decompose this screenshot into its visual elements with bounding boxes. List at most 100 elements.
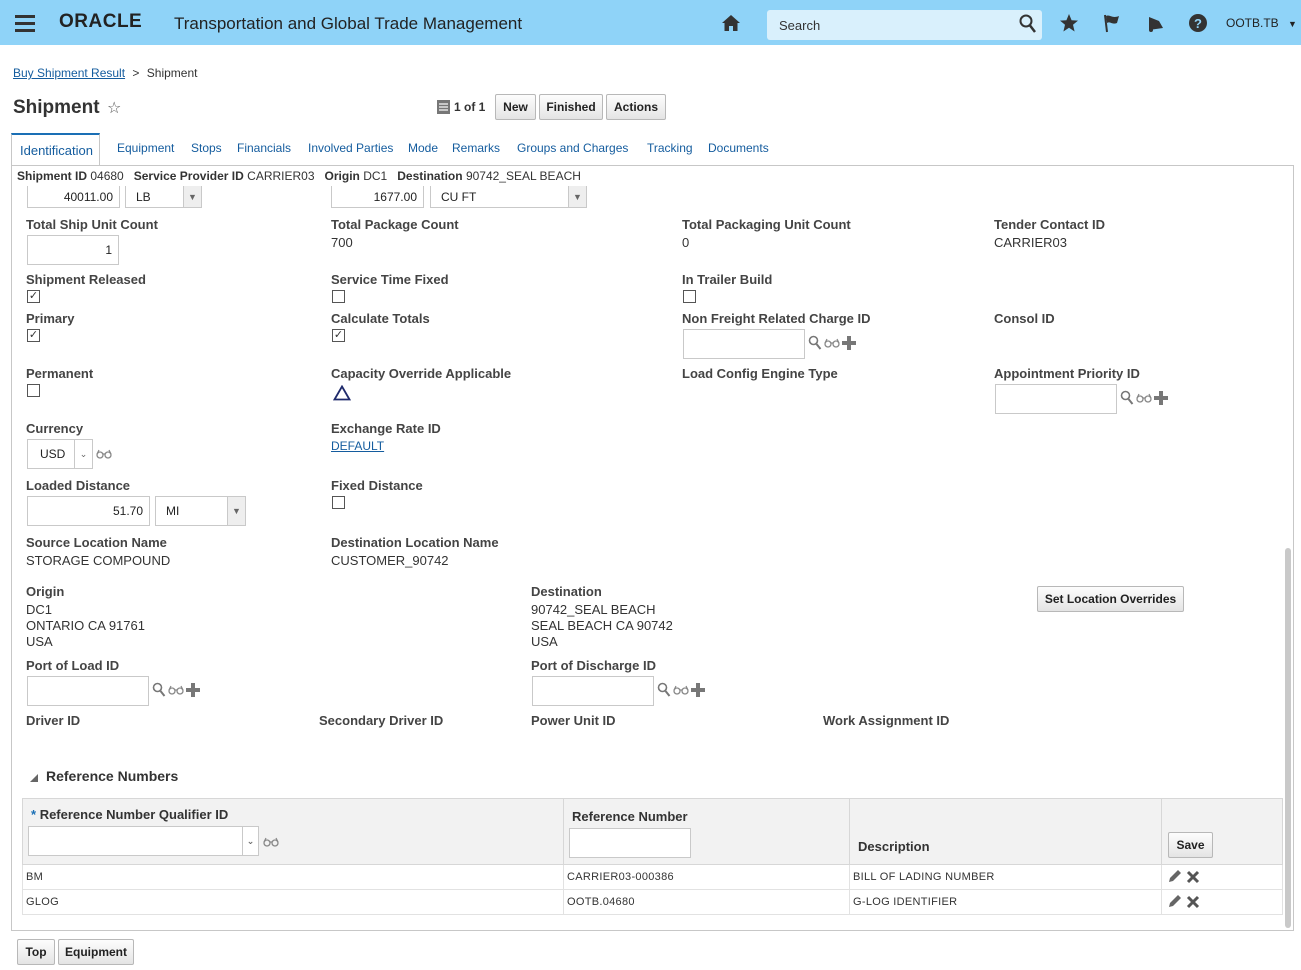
source-location-name-label: Source Location Name — [26, 535, 167, 550]
pager-text: 1 of 1 — [454, 100, 486, 114]
port-of-load-id-label: Port of Load ID — [26, 658, 120, 673]
qualifier-filter-select[interactable]: ⌄ — [28, 826, 259, 856]
table-row[interactable]: BM CARRIER03-000386 BILL OF LADING NUMBE… — [22, 864, 1283, 890]
search-icon[interactable] — [657, 682, 671, 698]
volume-uom-select[interactable]: CU FT ▼ — [430, 186, 587, 208]
volume-uom-value: CU FT — [441, 189, 477, 204]
add-plus-icon[interactable] — [1154, 391, 1168, 405]
primary-checkbox[interactable]: ✓ — [27, 329, 40, 342]
exchange-rate-link[interactable]: DEFAULT — [331, 439, 384, 453]
collapse-triangle-icon[interactable] — [29, 771, 39, 786]
primary-label: Primary — [26, 311, 75, 326]
non-freight-charge-id-input[interactable] — [683, 329, 805, 359]
top-button[interactable]: Top — [17, 939, 55, 965]
page-title: Shipment — [13, 97, 100, 118]
search-icon[interactable] — [1120, 390, 1134, 406]
search-icon[interactable] — [1019, 14, 1037, 37]
add-plus-icon[interactable] — [842, 336, 856, 350]
weight-uom-select[interactable]: LB ▼ — [125, 186, 202, 208]
add-plus-icon[interactable] — [186, 683, 200, 697]
cell-reference-number: CARRIER03-000386 — [563, 864, 850, 890]
edit-pencil-icon[interactable] — [1167, 893, 1183, 909]
cell-description: G-LOG IDENTIFIER — [849, 889, 1162, 915]
tab-remarks[interactable]: Remarks — [452, 141, 500, 155]
volume-input[interactable]: 1677.00 — [331, 186, 424, 208]
delete-x-icon[interactable] — [1186, 895, 1200, 909]
destination-label: Destination — [531, 584, 602, 599]
save-button[interactable]: Save — [1168, 832, 1213, 858]
permanent-checkbox[interactable] — [27, 384, 40, 397]
breadcrumb-link-buy-shipment-result[interactable]: Buy Shipment Result — [13, 66, 125, 80]
actions-button[interactable]: Actions — [606, 94, 666, 120]
port-of-discharge-id-input[interactable] — [532, 676, 654, 706]
finished-button[interactable]: Finished — [539, 94, 603, 120]
tab-equipment[interactable]: Equipment — [117, 141, 174, 155]
oracle-logo: ORACLE — [59, 11, 143, 32]
favorites-star-icon[interactable] — [1057, 11, 1081, 35]
view-glasses-icon[interactable] — [263, 836, 279, 848]
view-glasses-icon[interactable] — [1136, 392, 1152, 404]
table-row[interactable]: GLOG OOTB.04680 G-LOG IDENTIFIER — [22, 889, 1283, 915]
menu-icon[interactable] — [15, 15, 35, 36]
view-glasses-icon[interactable] — [673, 684, 689, 696]
tab-tracking[interactable]: Tracking — [647, 141, 693, 155]
new-button[interactable]: New — [495, 94, 536, 120]
home-icon[interactable] — [719, 11, 743, 35]
tab-documents[interactable]: Documents — [708, 141, 769, 155]
weight-input[interactable]: 40011.00 — [27, 186, 120, 208]
equipment-button[interactable]: Equipment — [58, 939, 134, 965]
calculate-totals-checkbox[interactable]: ✓ — [332, 329, 345, 342]
summary-origin: DC1 — [363, 169, 388, 183]
non-freight-charge-id-label: Non Freight Related Charge ID — [682, 311, 871, 326]
reference-number-filter-input[interactable] — [569, 828, 691, 858]
view-glasses-icon[interactable] — [824, 337, 840, 349]
edit-pencil-icon[interactable] — [1167, 868, 1183, 884]
favorite-star-outline-icon[interactable]: ☆ — [107, 98, 121, 118]
vertical-scrollbar[interactable] — [1285, 548, 1291, 928]
tab-identification[interactable]: Identification — [11, 133, 100, 166]
record-list-icon[interactable] — [437, 100, 450, 117]
total-ship-unit-count-input[interactable]: 1 — [27, 235, 119, 265]
cell-row-actions — [1161, 889, 1283, 915]
tab-stops[interactable]: Stops — [191, 141, 222, 155]
destination-address-line3: USA — [531, 634, 558, 649]
origin-label: Origin — [26, 584, 65, 599]
tab-financials[interactable]: Financials — [237, 141, 291, 155]
origin-address-line2: ONTARIO CA 91761 — [26, 618, 145, 633]
appointment-priority-id-input[interactable] — [995, 384, 1117, 414]
user-menu[interactable]: OOTB.TB ▼ — [1226, 16, 1297, 30]
currency-value: USD — [40, 447, 66, 461]
destination-location-name-value: CUSTOMER_90742 — [331, 553, 449, 568]
summary-service-provider-label: Service Provider ID — [133, 169, 244, 183]
distance-uom-select[interactable]: MI ▼ — [155, 496, 246, 526]
search-box[interactable] — [767, 10, 1042, 40]
non-freight-charge-id-icons — [808, 335, 856, 351]
view-glasses-icon[interactable] — [168, 684, 184, 696]
chevron-down-icon: ▼ — [568, 186, 586, 207]
port-of-load-id-input[interactable] — [27, 676, 149, 706]
add-plus-icon[interactable] — [691, 683, 705, 697]
notifications-bell-icon[interactable] — [1143, 11, 1167, 35]
tab-mode[interactable]: Mode — [408, 141, 438, 155]
summary-destination: 90742_SEAL BEACH — [465, 169, 581, 183]
tab-involved-parties[interactable]: Involved Parties — [308, 141, 393, 155]
total-package-count-value: 700 — [331, 235, 353, 250]
delete-x-icon[interactable] — [1186, 870, 1200, 884]
shipment-released-checkbox[interactable]: ✓ — [27, 290, 40, 303]
flag-icon[interactable] — [1100, 11, 1124, 35]
loaded-distance-input[interactable]: 51.70 — [27, 496, 150, 526]
tab-groups-and-charges[interactable]: Groups and Charges — [517, 141, 628, 155]
currency-select[interactable]: USD ⌄ — [27, 439, 93, 469]
help-icon[interactable]: ? — [1186, 11, 1210, 35]
service-time-fixed-checkbox[interactable] — [332, 290, 345, 303]
fixed-distance-checkbox[interactable] — [332, 496, 345, 509]
in-trailer-build-checkbox[interactable] — [683, 290, 696, 303]
search-icon[interactable] — [808, 335, 822, 351]
set-location-overrides-button[interactable]: Set Location Overrides — [1037, 586, 1184, 612]
search-input[interactable] — [767, 10, 997, 40]
origin-address-line3: USA — [26, 634, 53, 649]
port-of-discharge-id-label: Port of Discharge ID — [531, 658, 656, 673]
total-packaging-unit-count-label: Total Packaging Unit Count — [682, 217, 851, 232]
search-icon[interactable] — [152, 682, 166, 698]
view-glasses-icon[interactable] — [96, 448, 112, 463]
